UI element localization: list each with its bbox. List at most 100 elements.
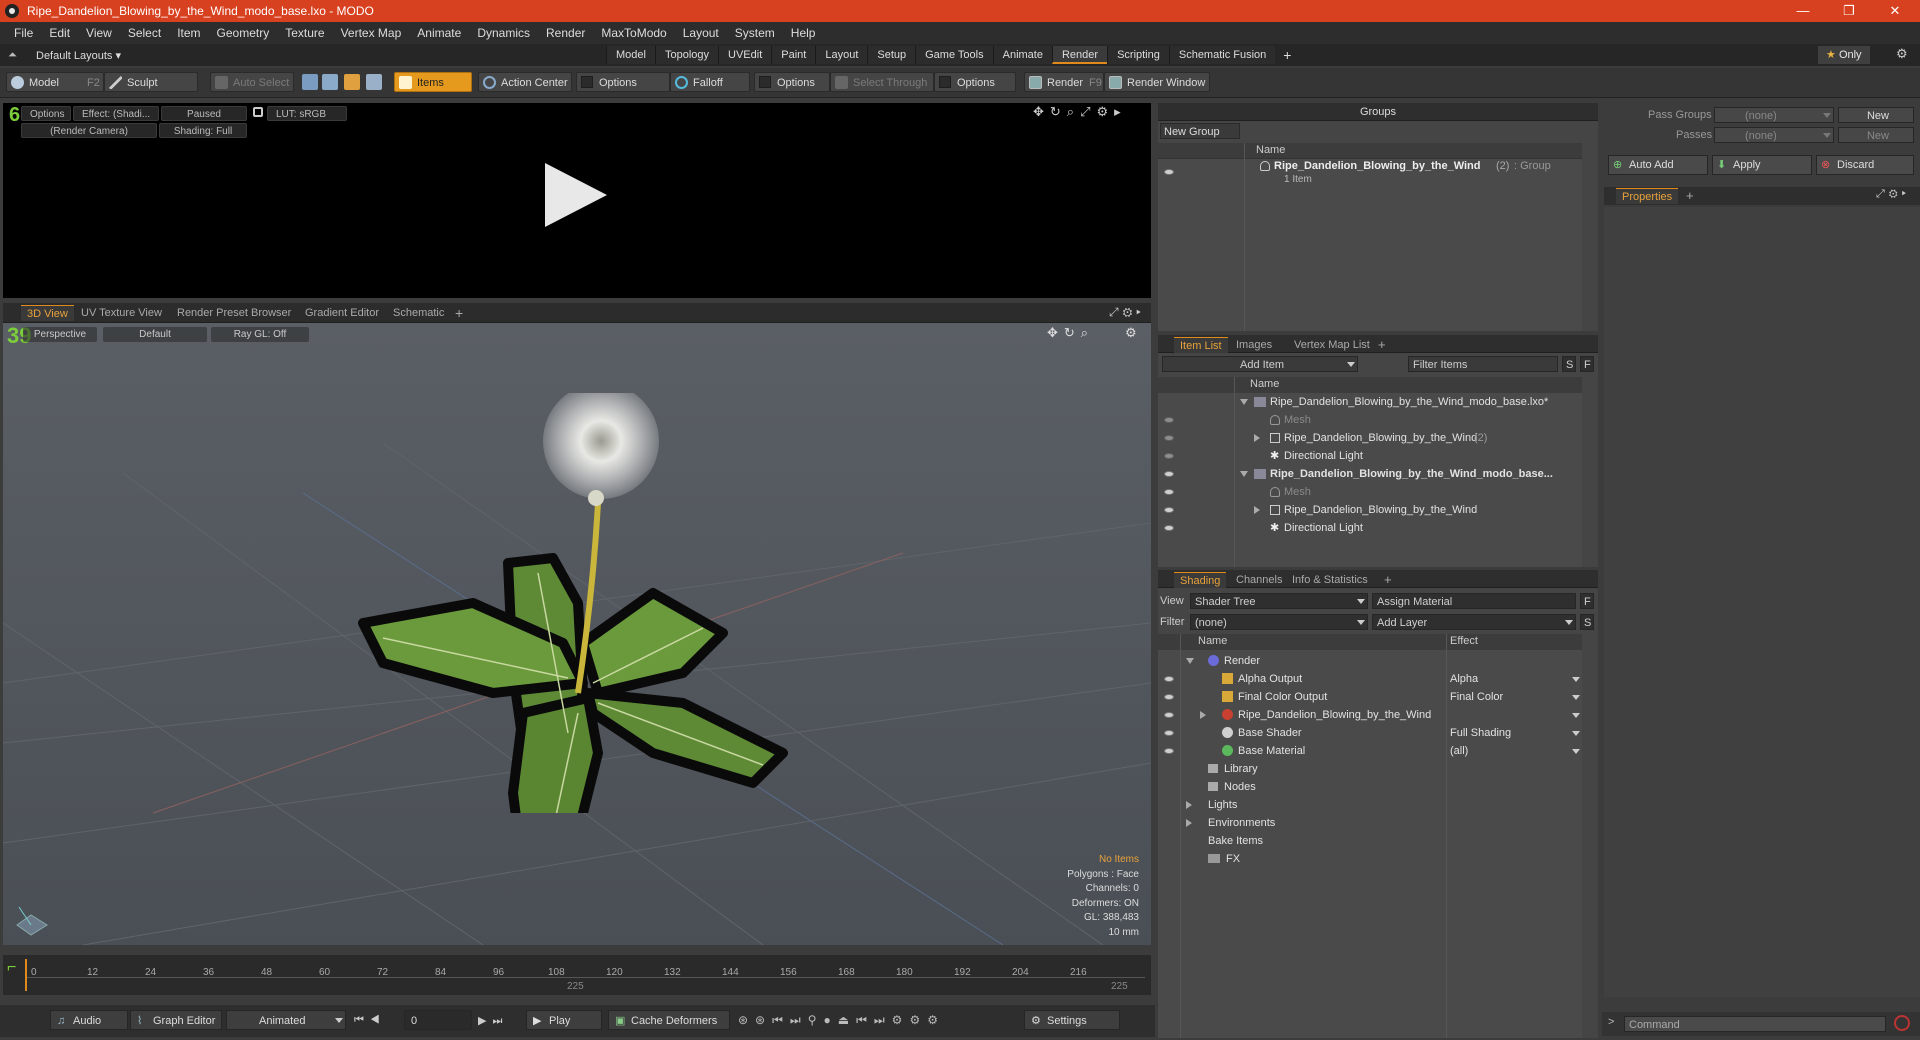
minimize-button[interactable]: —	[1780, 0, 1826, 22]
lut-dropdown[interactable]: LUT: sRGB	[267, 106, 347, 121]
add-shading-tab-icon[interactable]: +	[1378, 572, 1398, 588]
add-layer-dropdown[interactable]: Add Layer	[1372, 614, 1576, 630]
auto-select-button[interactable]: Auto Select	[210, 72, 294, 92]
shader-row-alpha-output[interactable]: Alpha Output Alpha	[1158, 670, 1582, 688]
gear-icon[interactable]: ⚙	[1896, 46, 1908, 62]
shader-row-base-shader[interactable]: Base Shader Full Shading	[1158, 724, 1582, 742]
3d-viewport[interactable]: 39 Perspective Default Ray GL: Off ✥↻⌕ ⚙	[3, 323, 1151, 945]
tab-item-list[interactable]: Item List	[1174, 337, 1228, 353]
tab-scripting[interactable]: Scripting	[1107, 46, 1169, 64]
only-toggle[interactable]: ★ Only	[1818, 46, 1870, 64]
menu-render[interactable]: Render	[538, 26, 593, 40]
options-button-2[interactable]: Options	[754, 72, 830, 92]
menu-layout[interactable]: Layout	[675, 26, 727, 40]
effect-dropdown[interactable]: Effect: (Shadi...	[73, 106, 159, 121]
tree-item-mesh-2[interactable]: Mesh	[1158, 483, 1582, 501]
shader-row-fx[interactable]: FX	[1158, 850, 1582, 868]
auto-add-button[interactable]: ⊕ Auto Add	[1608, 155, 1708, 175]
render-preview[interactable]: 6 Options Effect: (Shadi... Paused LUT: …	[3, 103, 1151, 298]
command-input[interactable]: Command	[1624, 1016, 1886, 1032]
viewport-nav-controls[interactable]: ✥↻⌕	[1047, 325, 1094, 341]
tree-item-scene-1[interactable]: Ripe_Dandelion_Blowing_by_the_Wind_modo_…	[1158, 393, 1582, 411]
menu-animate[interactable]: Animate	[409, 26, 469, 40]
view-dropdown[interactable]: Shader Tree	[1190, 593, 1368, 609]
shader-row-bake-items[interactable]: Bake Items	[1158, 832, 1582, 850]
tab-game-tools[interactable]: Game Tools	[915, 46, 993, 64]
discard-button[interactable]: ⊗ Discard	[1816, 155, 1914, 175]
menu-maxtomodo[interactable]: MaxToModo	[593, 26, 674, 40]
audio-button[interactable]: ♫ Audio	[50, 1010, 128, 1030]
falloff-button[interactable]: Falloff	[670, 72, 750, 92]
tab-uvedit[interactable]: UVEdit	[718, 46, 772, 64]
menu-view[interactable]: View	[78, 26, 120, 40]
tab-gradient-editor[interactable]: Gradient Editor	[299, 305, 385, 321]
shader-row-lights[interactable]: Lights	[1158, 796, 1582, 814]
shader-row-library[interactable]: Library	[1158, 760, 1582, 778]
timeline[interactable]: ⌐ 0 12 24 36 48 60 72 84 96 108 120 132 …	[3, 955, 1151, 995]
tab-3d-view[interactable]: 3D View	[21, 305, 74, 321]
default-style-dropdown[interactable]: Default	[103, 327, 207, 342]
menu-edit[interactable]: Edit	[41, 26, 78, 40]
tab-paint[interactable]: Paint	[771, 46, 816, 64]
vertices-mode-icon[interactable]	[302, 74, 318, 90]
tab-images[interactable]: Images	[1230, 337, 1278, 353]
tree-item-scene-2[interactable]: Ripe_Dandelion_Blowing_by_the_Wind_modo_…	[1158, 465, 1582, 483]
shading-s-button[interactable]: S	[1580, 614, 1594, 630]
layout-toggle-icon[interactable]: ⏶	[8, 49, 22, 62]
tree-item-group-2[interactable]: Ripe_Dandelion_Blowing_by_the_Wind	[1158, 501, 1582, 519]
add-tab-icon[interactable]: +	[1283, 47, 1291, 63]
menu-dynamics[interactable]: Dynamics	[469, 26, 538, 40]
select-through-button[interactable]: Select Through	[830, 72, 934, 92]
new-pass-group-button[interactable]: New	[1838, 107, 1914, 123]
menu-geometry[interactable]: Geometry	[209, 26, 278, 40]
frame-step-back-controls[interactable]: ⏮◀	[354, 1014, 386, 1027]
materials-mode-icon[interactable]	[366, 74, 382, 90]
raygl-dropdown[interactable]: Ray GL: Off	[211, 327, 309, 342]
graph-editor-button[interactable]: ⌇ Graph Editor	[130, 1010, 222, 1030]
apply-button[interactable]: ⬇ Apply	[1712, 155, 1812, 175]
tab-model[interactable]: Model	[606, 46, 655, 64]
tab-topology[interactable]: Topology	[654, 46, 719, 64]
record-icon[interactable]	[1894, 1015, 1910, 1031]
shader-row-render[interactable]: Render	[1158, 652, 1582, 670]
render-view-controls[interactable]: ✥↻⌕⤢⚙▸	[1033, 104, 1127, 120]
restore-button[interactable]: ❐	[1826, 0, 1872, 22]
new-group-button[interactable]: New Group	[1160, 123, 1240, 139]
menu-vertex-map[interactable]: Vertex Map	[333, 26, 410, 40]
tab-layout[interactable]: Layout	[815, 46, 868, 64]
filter-dropdown[interactable]: (none)	[1190, 614, 1368, 630]
group-visibility-eye-icon[interactable]	[1164, 169, 1174, 175]
play-icon[interactable]	[545, 163, 607, 227]
view-tab-controls[interactable]: ⤢⚙▸	[1109, 305, 1145, 320]
shader-row-nodes[interactable]: Nodes	[1158, 778, 1582, 796]
add-view-tab-icon[interactable]: +	[449, 305, 469, 321]
action-center-button[interactable]: Action Center	[478, 72, 572, 92]
assign-material-input[interactable]: Assign Material	[1372, 593, 1576, 609]
pass-groups-dropdown[interactable]: (none)	[1714, 107, 1834, 123]
shader-row-base-material[interactable]: Base Material (all)	[1158, 742, 1582, 760]
add-item-dropdown[interactable]: Add Item	[1162, 356, 1358, 372]
polygons-mode-icon[interactable]	[344, 74, 360, 90]
lock-icon[interactable]	[253, 107, 263, 117]
model-mode-button[interactable]: Model F2	[6, 72, 104, 92]
filter-s-button[interactable]: S	[1562, 356, 1576, 372]
menu-file[interactable]: File	[6, 26, 41, 40]
tree-item-group-1[interactable]: Ripe_Dandelion_Blowing_by_the_Wind (2)	[1158, 429, 1582, 447]
frame-input[interactable]: 0	[404, 1010, 472, 1030]
close-button[interactable]: ✕	[1872, 0, 1918, 22]
play-button[interactable]: ▶ Play	[526, 1010, 602, 1030]
menu-texture[interactable]: Texture	[277, 26, 332, 40]
tab-render[interactable]: Render	[1051, 46, 1108, 64]
tab-render-preset-browser[interactable]: Render Preset Browser	[171, 305, 297, 321]
properties-panel-controls[interactable]: ⤢⚙▸	[1876, 188, 1910, 201]
edges-mode-icon[interactable]	[322, 74, 338, 90]
tab-setup[interactable]: Setup	[867, 46, 916, 64]
key-controls[interactable]: ⊛⊛⏮⏭⚲●⏏⏮⏭⚙⚙⚙	[738, 1013, 945, 1028]
sculpt-mode-button[interactable]: Sculpt	[104, 72, 198, 92]
add-properties-tab-icon[interactable]: +	[1680, 188, 1700, 204]
tree-item-light-1[interactable]: ✱ Directional Light	[1158, 447, 1582, 465]
group-row-name[interactable]: Ripe_Dandelion_Blowing_by_the_Wind	[1274, 160, 1480, 172]
menu-help[interactable]: Help	[783, 26, 824, 40]
tab-info-statistics[interactable]: Info & Statistics	[1286, 572, 1374, 588]
filter-items-input[interactable]: Filter Items	[1408, 356, 1558, 372]
